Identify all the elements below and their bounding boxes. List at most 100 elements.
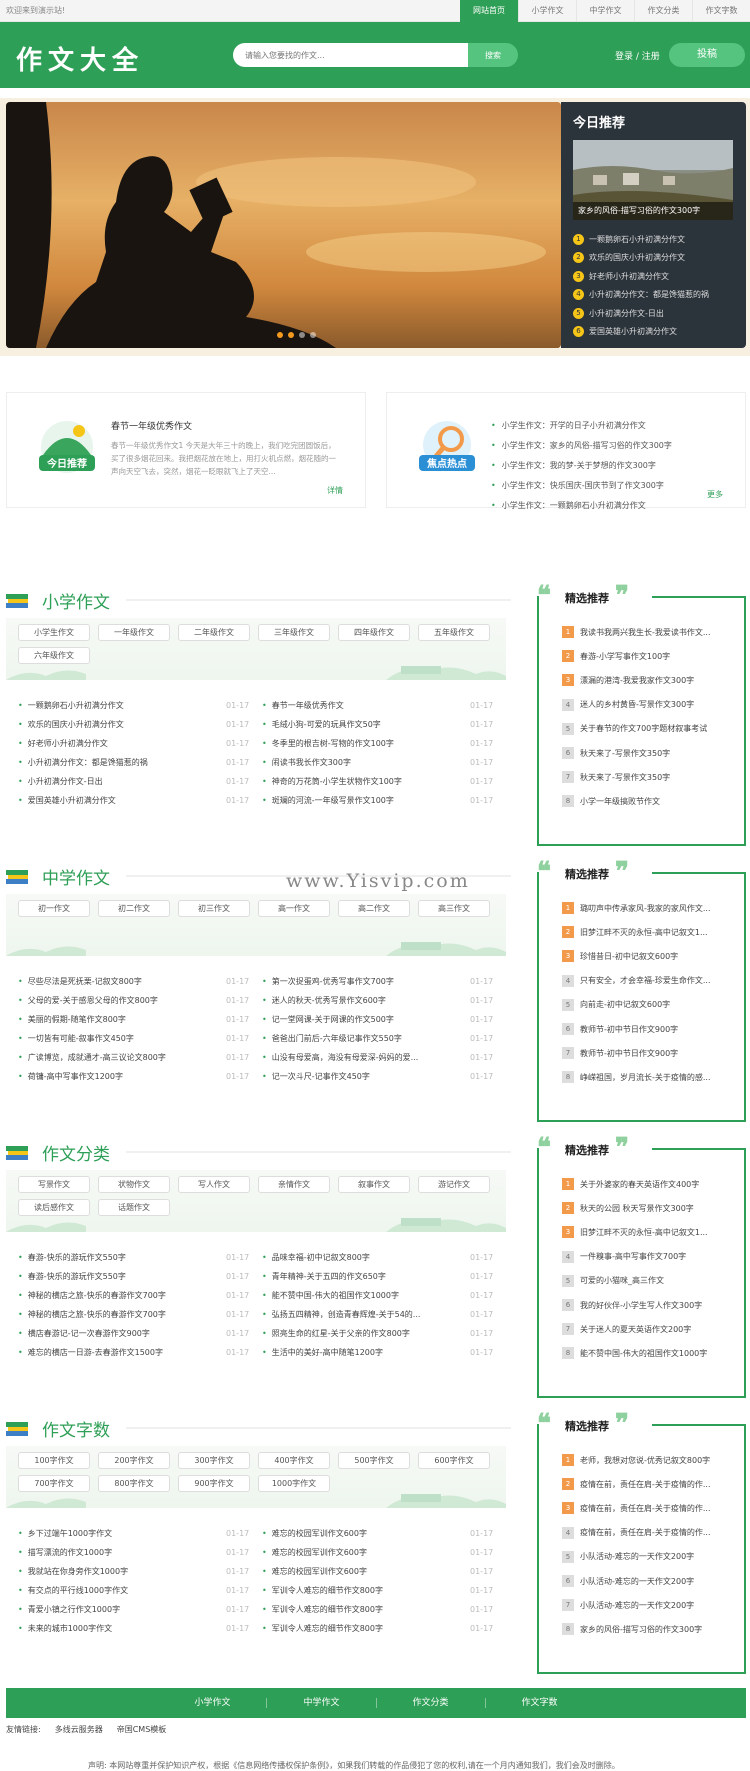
category-tag[interactable]: 写景作文 [18,1176,90,1193]
article-item[interactable]: 描写漂流的作文1000字 01-17 [18,1543,262,1562]
article-item[interactable]: 毛绒小狗-可爱的玩具作文50字 01-17 [262,715,506,734]
nav-wordcount[interactable]: 作文字数 [692,0,750,22]
section-title[interactable]: 小学作文 [42,588,110,613]
recommend-item[interactable]: 8 小学一年级搞败节作文 [562,789,742,813]
category-tag[interactable]: 小学生作文 [18,624,90,641]
article-item[interactable]: 品味幸福-初中记叙文800字 01-17 [262,1248,506,1267]
article-item[interactable]: 青爱小镇之行作文1000字 01-17 [18,1600,262,1619]
article-item[interactable]: 难忘的校园军训作文600字 01-17 [262,1562,506,1581]
category-tag[interactable]: 初二作文 [98,900,170,917]
today-item[interactable]: 4 小升初满分作文：都是馋猫惹的祸 [573,286,709,305]
recommend-item[interactable]: 3 珍惜昔日-初中记叙文600字 [562,944,742,968]
article-item[interactable]: 春节一年级优秀作文 01-17 [262,696,506,715]
recommend-item[interactable]: 6 教师节-初中节日作文900字 [562,1017,742,1041]
section-title[interactable]: 中学作文 [42,864,110,889]
category-tag[interactable]: 600字作文 [418,1452,490,1469]
recommend-item[interactable]: 6 小队活动-难忘的一天作文200字 [562,1569,742,1593]
article-item[interactable]: 照亮生命的红星-关于父亲的作文800字 01-17 [262,1324,506,1343]
article-item[interactable]: 父母的爱-关于感恩父母的作文800字 01-17 [18,991,262,1010]
recommend-item[interactable]: 4 一件糗事-高中写事作文700字 [562,1245,742,1269]
category-tag[interactable]: 四年级作文 [338,624,410,641]
login-register-link[interactable]: 登录 / 注册 [615,49,660,62]
recommend-item[interactable]: 8 能不赞中国-伟大的祖国作文1000字 [562,1341,742,1365]
nav-primary[interactable]: 小学作文 [518,0,576,22]
category-tag[interactable]: 500字作文 [338,1452,410,1469]
today-item[interactable]: 6 爱国英雄小升初满分作文 [573,323,709,342]
today-item[interactable]: 5 小升初满分作文-日出 [573,304,709,323]
hot-item[interactable]: 小学生作文：家乡的风俗-描写习俗的作文300字 [491,435,672,455]
today-item[interactable]: 3 好老师小升初满分作文 [573,267,709,286]
hot-item[interactable]: 小学生作文：快乐国庆-国庆节到了作文300字 [491,475,672,495]
recommend-item[interactable]: 7 秋天来了-写景作文350字 [562,765,742,789]
search-button[interactable]: 搜索 [468,43,518,67]
post-button[interactable]: 投稿 [669,43,745,67]
recommend-item[interactable]: 1 关于外婆家的春天英语作文400字 [562,1172,742,1196]
nav-home[interactable]: 网站首页 [460,0,518,22]
recommend-item[interactable]: 5 小队活动-难忘的一天作文200字 [562,1545,742,1569]
article-item[interactable]: 记一堂网课-关于网课的作文500字 01-17 [262,1010,506,1029]
category-tag[interactable]: 初三作文 [178,900,250,917]
search-input[interactable] [233,43,468,67]
category-tag[interactable]: 亲情作文 [258,1176,330,1193]
article-item[interactable]: 难忘的校园军训作文600字 01-17 [262,1543,506,1562]
article-item[interactable]: 爱国英雄小升初满分作文 01-17 [18,791,262,810]
category-tag[interactable]: 叙事作文 [338,1176,410,1193]
article-item[interactable]: 闹读书我长作文300字 01-17 [262,753,506,772]
section-title[interactable]: 作文字数 [42,1416,110,1441]
recommend-item[interactable]: 3 漂漏的港湾-我爱我家作文300字 [562,668,742,692]
hot-item[interactable]: 小学生作文：一颗鹅卵石小升初满分作文 [491,495,672,515]
section-title[interactable]: 作文分类 [42,1140,110,1165]
category-tag[interactable]: 五年级作文 [418,624,490,641]
article-item[interactable]: 神奇的万花筒-小学生状物作文100字 01-17 [262,772,506,791]
recommend-item[interactable]: 6 秋天来了-写景作文350字 [562,741,742,765]
recommend-item[interactable]: 2 秋天的公园 秋天写景作文300字 [562,1196,742,1220]
category-tag[interactable]: 400字作文 [258,1452,330,1469]
article-item[interactable]: 爸爸出门前后-六年级记事作文550字 01-17 [262,1029,506,1048]
article-item[interactable]: 弘扬五四精神，创造青春辉煌-关于54的... 01-17 [262,1305,506,1324]
today-item[interactable]: 1 一颗鹅卵石小升初满分作文 [573,230,709,249]
slider-dot[interactable] [277,332,283,338]
article-item[interactable]: 荷镛-高中写事作文1200字 01-17 [18,1067,262,1086]
article-item[interactable]: 横店春游记-记一次春游作文900字 01-17 [18,1324,262,1343]
hot-item[interactable]: 小学生作文：开学的日子小升初满分作文 [491,415,672,435]
recommend-item[interactable]: 8 峥嵘祖国，岁月流长-关于疫情的感... [562,1065,742,1089]
category-tag[interactable]: 写人作文 [178,1176,250,1193]
article-item[interactable]: 神秘的横店之旅-快乐的春游作文700字 01-17 [18,1286,262,1305]
recommend-item[interactable]: 1 老师，我想对您说-优秀记叙文800字 [562,1448,742,1472]
hot-item[interactable]: 小学生作文：我的梦-关于梦想的作文300字 [491,455,672,475]
recommend-item[interactable]: 8 家乡的风俗-描写习俗的作文300字 [562,1617,742,1641]
footer-nav-link[interactable]: 作文字数 [486,1698,594,1708]
article-item[interactable]: 春游-快乐的游玩作文550字 01-17 [18,1267,262,1286]
article-item[interactable]: 广读博览，成就通才-高三议论文800字 01-17 [18,1048,262,1067]
recommend-item[interactable]: 4 只有安全，才会幸福-珍爱生命作文... [562,969,742,993]
article-item[interactable]: 冬季里的根吉树-写物的作文100字 01-17 [262,734,506,753]
site-logo[interactable]: 作文大全 [16,40,144,77]
recommend-item[interactable]: 1 璐叨声中传承家风-我家的家风作文... [562,896,742,920]
article-item[interactable]: 记一次斗尺-记事作文450字 01-17 [262,1067,506,1086]
article-item[interactable]: 小升初满分作文-日出 01-17 [18,772,262,791]
category-tag[interactable]: 状物作文 [98,1176,170,1193]
article-item[interactable]: 一颗鹅卵石小升初满分作文 01-17 [18,696,262,715]
article-item[interactable]: 有交点的平行线1000字作文 01-17 [18,1581,262,1600]
footer-nav-link[interactable]: 中学作文 [267,1698,377,1708]
recommend-item[interactable]: 3 旧梦江畔不灭的永恒-高中记叙文1... [562,1220,742,1244]
category-tag[interactable]: 200字作文 [98,1452,170,1469]
recommend-item[interactable]: 2 疫情在前，责任在肩-关于疫情的作... [562,1472,742,1496]
recommend-item[interactable]: 3 疫情在前，责任在肩-关于疫情的作... [562,1496,742,1520]
article-item[interactable]: 军训令人难忘的细节作文800字 01-17 [262,1581,506,1600]
category-tag[interactable]: 二年级作文 [178,624,250,641]
category-tag[interactable]: 300字作文 [178,1452,250,1469]
details-link[interactable]: 详情 [327,485,343,496]
article-item[interactable]: 迷人的秋天-优秀写景作文600字 01-17 [262,991,506,1010]
article-item[interactable]: 斑斓的河流-一年级写景作文100字 01-17 [262,791,506,810]
recommend-item[interactable]: 7 小队活动-难忘的一天作文200字 [562,1593,742,1617]
article-item[interactable]: 好老师小升初满分作文 01-17 [18,734,262,753]
article-item[interactable]: 美丽的假期-随笔作文800字 01-17 [18,1010,262,1029]
article-item[interactable]: 难忘的校园军训作文600字 01-17 [262,1524,506,1543]
recommend-item[interactable]: 7 关于迷人的夏天英语作文200字 [562,1317,742,1341]
banner-slider[interactable] [6,102,561,348]
category-tag[interactable]: 高一作文 [258,900,330,917]
recommend-item[interactable]: 1 我读书我两兴我生长-我爱读书作文... [562,620,742,644]
recommend-item[interactable]: 4 迷人的乡村黄昏-写景作文300字 [562,693,742,717]
category-tag[interactable]: 三年级作文 [258,624,330,641]
